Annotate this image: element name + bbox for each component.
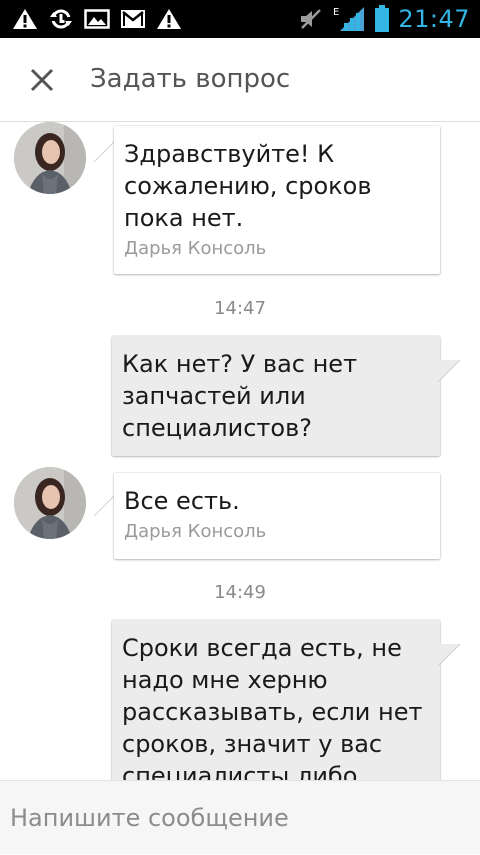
message-text: Здравствуйте! К сожалению, сроков пока н… (124, 140, 372, 232)
message-author: Дарья Консоль (124, 521, 267, 542)
system-icons: E 21:47 (298, 4, 470, 34)
close-icon (30, 68, 54, 92)
message-bubble-incoming[interactable]: Все есть. Дарья Консоль (114, 473, 440, 559)
close-button[interactable] (22, 60, 62, 100)
app-bar: Задать вопрос (0, 38, 480, 122)
avatar-photo (14, 122, 86, 194)
message-text: Сроки всегда есть, не надо мне херню рас… (122, 634, 423, 780)
message-bubble-incoming[interactable]: Здравствуйте! К сожалению, сроков пока н… (114, 126, 440, 274)
svg-text:E: E (333, 7, 339, 18)
avatar-photo (14, 467, 86, 539)
image-icon (84, 9, 110, 29)
bubble-tail (437, 359, 461, 383)
gmail-icon (121, 10, 145, 28)
message-bubble-outgoing[interactable]: Как нет? У вас нет запчастей или специал… (112, 336, 440, 456)
message-composer (0, 780, 480, 855)
message-bubble-outgoing[interactable]: Сроки всегда есть, не надо мне херню рас… (112, 620, 440, 780)
message-list[interactable]: Здравствуйте! К сожалению, сроков пока н… (0, 122, 480, 780)
warning-icon (13, 9, 37, 29)
status-bar: E 21:47 (0, 0, 480, 38)
bubble-tail (93, 493, 117, 517)
battery-icon (375, 5, 390, 32)
mute-icon (301, 9, 322, 29)
bubble-tail (93, 139, 117, 163)
message-author: Дарья Консоль (124, 238, 267, 259)
message-input[interactable] (0, 781, 480, 855)
signal-icon: E (333, 7, 365, 31)
message-text: Все есть. (124, 487, 240, 515)
avatar[interactable] (14, 122, 86, 194)
bubble-tail (437, 643, 461, 667)
sync-icon (50, 9, 72, 29)
status-clock: 21:47 (398, 5, 470, 33)
message-text: Как нет? У вас нет запчастей или специал… (122, 350, 358, 442)
message-timestamp: 14:47 (214, 298, 266, 319)
page-title: Задать вопрос (90, 64, 291, 94)
avatar[interactable] (14, 467, 86, 539)
message-timestamp: 14:49 (214, 582, 266, 603)
warning-icon (157, 9, 181, 29)
notification-icons (12, 6, 182, 32)
